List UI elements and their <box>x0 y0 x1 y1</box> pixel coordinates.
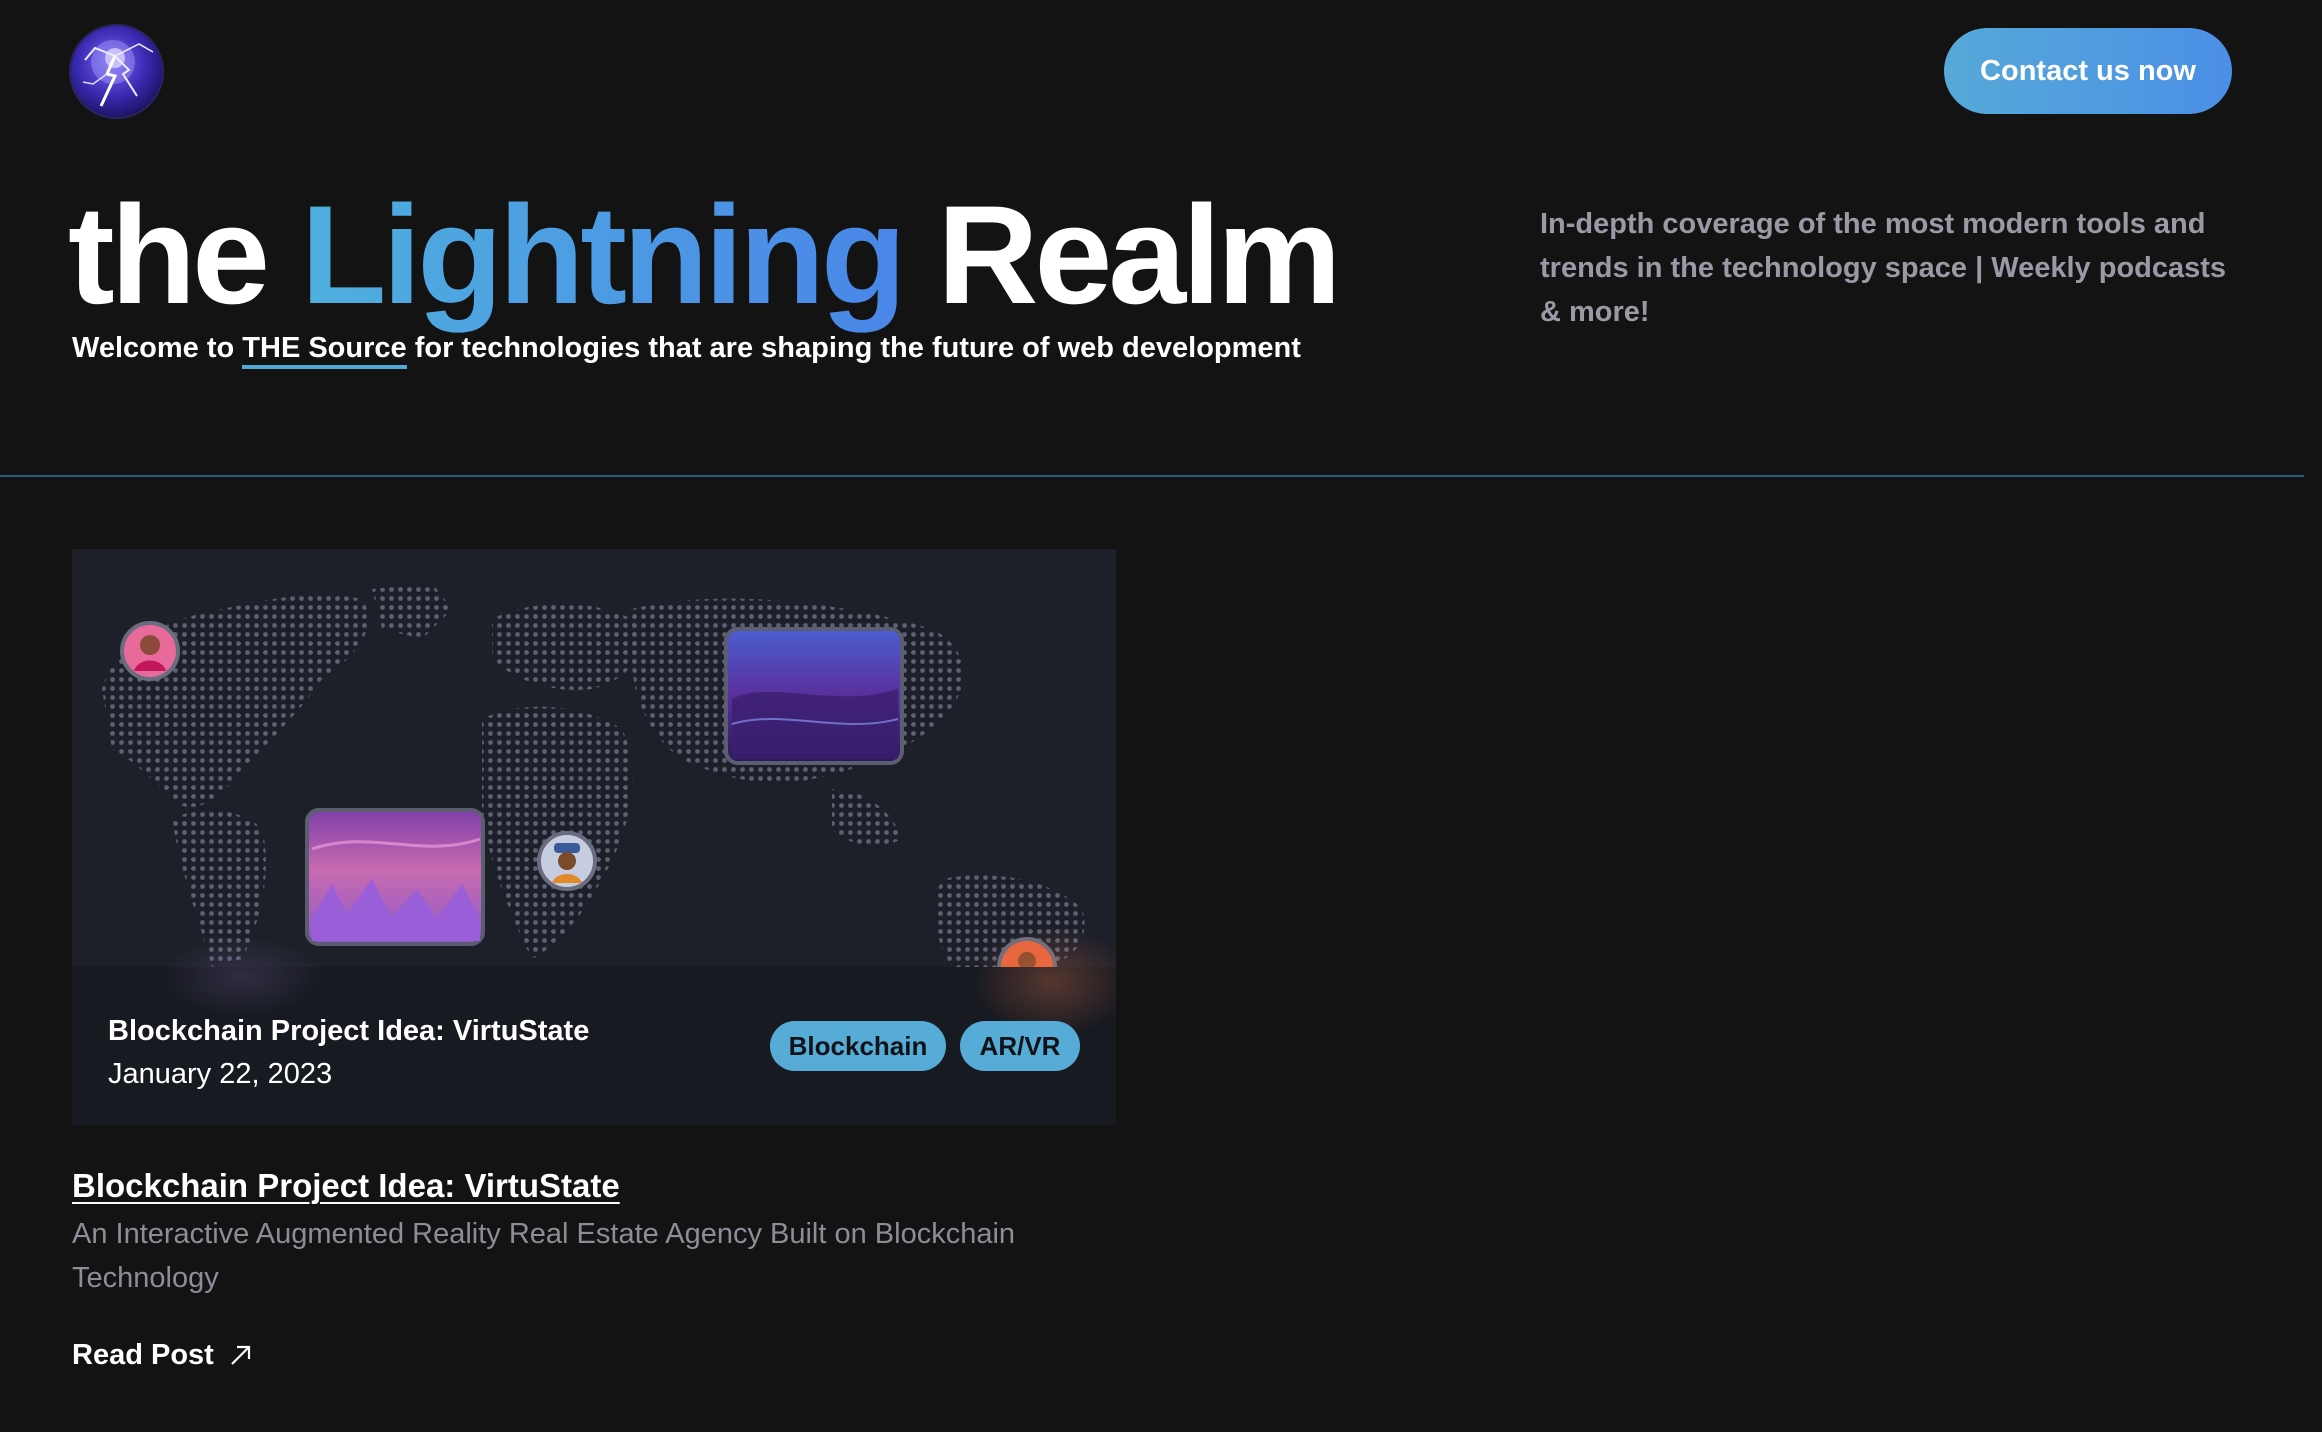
avatar-man <box>537 831 597 891</box>
floating-image-night <box>724 627 904 765</box>
divider <box>0 475 2304 477</box>
contact-button[interactable]: Contact us now <box>1944 28 2232 114</box>
floating-image-landscape <box>305 808 485 946</box>
avatar-woman <box>120 621 180 681</box>
hero-subtitle: Welcome to THE Source for technologies t… <box>72 328 1301 369</box>
title-part-1: the <box>68 176 301 333</box>
tag-blockchain[interactable]: Blockchain <box>770 1021 946 1071</box>
page: Contact us now the Lightning Realm Welco… <box>0 0 2322 1432</box>
the-source-link[interactable]: THE Source <box>242 332 407 369</box>
card-title: Blockchain Project Idea: VirtuState <box>108 1015 590 1047</box>
card-date: January 22, 2023 <box>108 1058 333 1090</box>
world-map-image <box>72 549 1116 967</box>
read-post-link[interactable]: Read Post <box>72 1335 254 1375</box>
post-card[interactable]: Blockchain Project Idea: VirtuState Janu… <box>72 549 1116 1125</box>
post-description: An Interactive Augmented Reality Real Es… <box>72 1218 1016 1294</box>
read-post-label: Read Post <box>72 1339 214 1371</box>
post-title-link[interactable]: Blockchain Project Idea: VirtuState <box>72 1164 620 1208</box>
arrow-up-right-icon <box>231 1345 250 1365</box>
tag-ar-vr[interactable]: AR/VR <box>960 1021 1080 1071</box>
subtitle-suffix: for technologies that are shaping the fu… <box>406 332 1301 364</box>
page-title: the Lightning Realm <box>68 175 1342 335</box>
tagline: In-depth coverage of the most modern too… <box>1540 208 2227 328</box>
lightning-orb-icon[interactable] <box>71 26 162 117</box>
title-part-2: Realm <box>902 176 1341 333</box>
subtitle-prefix: Welcome to <box>72 332 243 364</box>
title-highlight: Lightning <box>300 176 907 333</box>
footer-glow-left <box>162 937 322 1017</box>
